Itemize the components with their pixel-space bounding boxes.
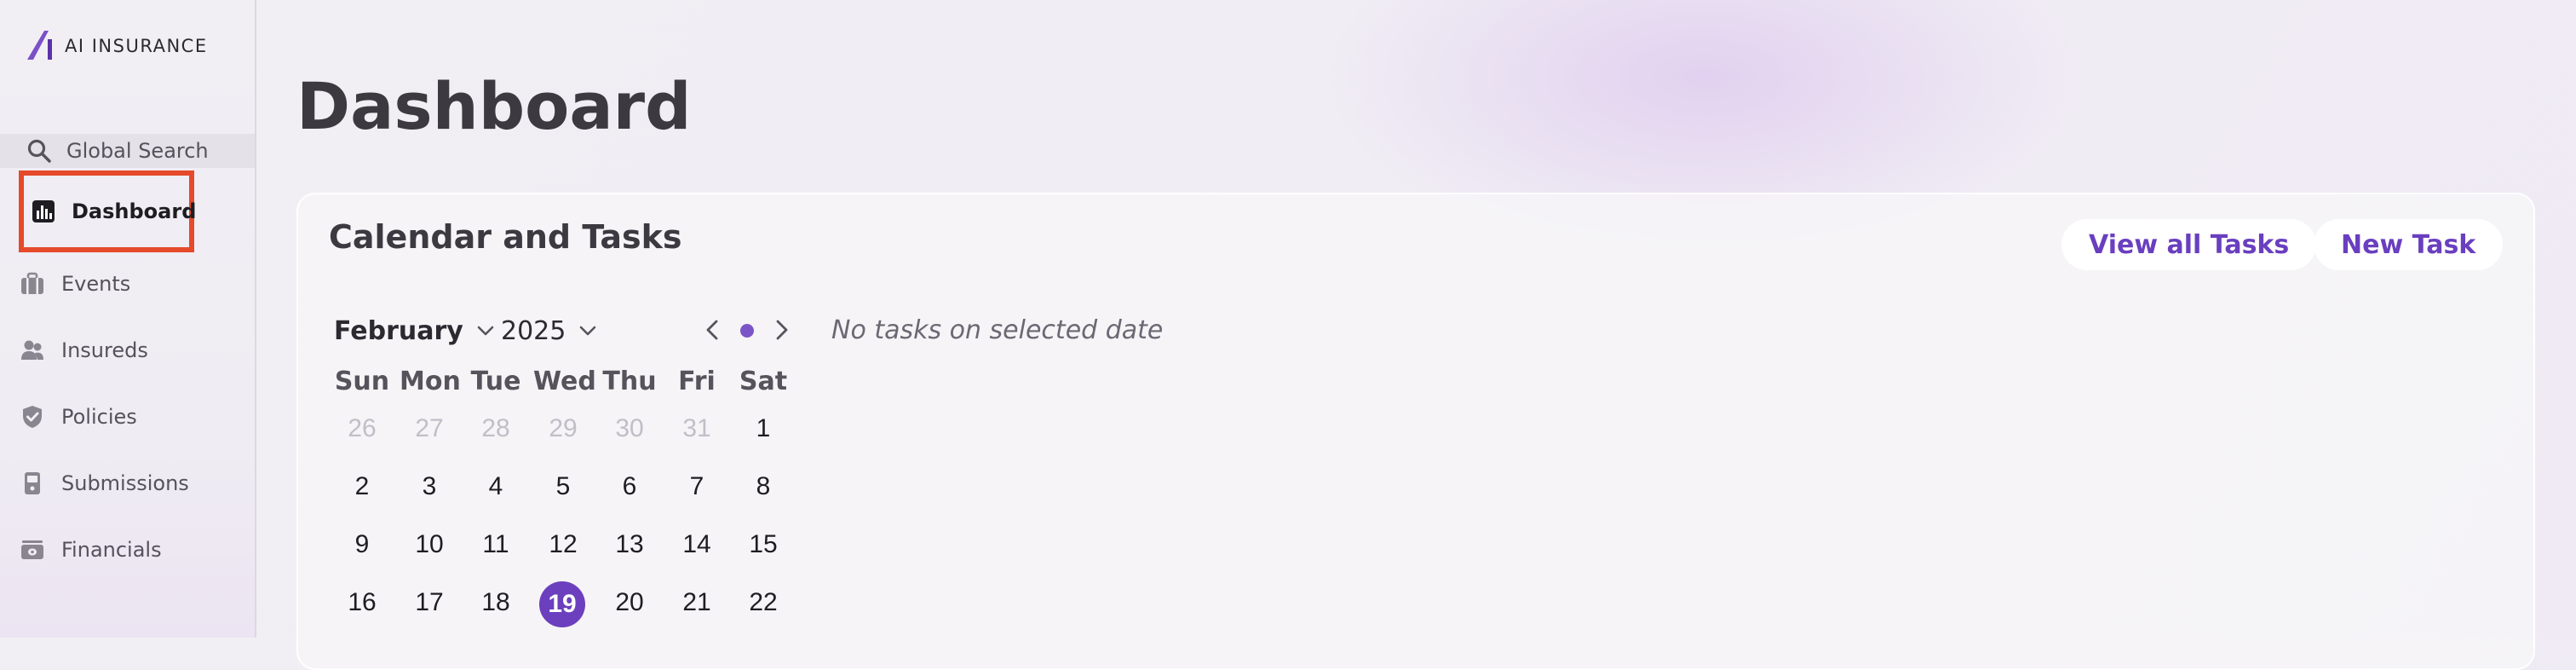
money-icon	[19, 536, 46, 563]
shield-icon	[19, 403, 46, 430]
calendar-card-title: Calendar and Tasks	[329, 218, 682, 256]
sidebar-item-dashboard[interactable]: Dashboard	[19, 170, 197, 252]
sidebar-item-label: Submissions	[61, 471, 189, 495]
calendar-day[interactable]: 7	[667, 465, 727, 508]
calendar-day[interactable]: 20	[600, 581, 659, 624]
chevron-right-icon	[776, 320, 788, 340]
calendar-day[interactable]: 31	[667, 407, 727, 450]
calendar-day[interactable]: 1	[733, 407, 793, 450]
sidebar-item-label: Dashboard	[72, 199, 197, 223]
calendar-day[interactable]: 27	[400, 407, 459, 450]
next-month-button[interactable]	[768, 317, 794, 343]
calendar-day[interactable]: 12	[533, 523, 593, 566]
calendar-day[interactable]: 21	[667, 581, 727, 624]
sidebar-item-submissions[interactable]: Submissions	[19, 466, 189, 500]
weekday-header: Sat	[739, 367, 788, 396]
device-icon	[19, 470, 46, 497]
weekday-header: Fri	[678, 367, 716, 396]
sidebar-item-label: Policies	[61, 405, 137, 429]
brand-name: AI INSURANCE	[65, 36, 208, 56]
year-select[interactable]: 2025	[501, 312, 598, 349]
brand-logo[interactable]: AI INSURANCE	[26, 29, 208, 63]
calendar-day[interactable]: 26	[332, 407, 392, 450]
weekday-header: Sun	[334, 367, 390, 396]
search-icon	[26, 137, 53, 165]
sidebar-item-insureds[interactable]: Insureds	[19, 333, 148, 367]
calendar-day[interactable]: 8	[733, 465, 793, 508]
global-search-label: Global Search	[66, 139, 209, 163]
calendar-day[interactable]: 16	[332, 581, 392, 624]
bar-chart-icon	[31, 198, 56, 225]
month-select[interactable]: February	[334, 312, 496, 349]
sidebar: AI INSURANCE Global Search Dashboard Eve…	[0, 0, 256, 638]
chevron-down-icon	[580, 326, 596, 336]
calendar-day[interactable]: 6	[600, 465, 659, 508]
sidebar-item-policies[interactable]: Policies	[19, 400, 137, 434]
people-icon	[19, 337, 46, 364]
sidebar-item-label: Financials	[61, 538, 162, 562]
calendar-day[interactable]: 11	[466, 523, 526, 566]
calendar-day[interactable]: 13	[600, 523, 659, 566]
calendar-day[interactable]: 9	[332, 523, 392, 566]
calendar-day[interactable]: 14	[667, 523, 727, 566]
briefcase-icon	[19, 270, 46, 297]
calendar-day[interactable]: 18	[466, 581, 526, 624]
month-select-value: February	[334, 315, 463, 346]
calendar-day[interactable]: 17	[400, 581, 459, 624]
page-title: Dashboard	[296, 68, 692, 144]
calendar-day[interactable]: 22	[733, 581, 793, 624]
calendar-day[interactable]: 15	[733, 523, 793, 566]
weekday-header: Wed	[533, 367, 596, 396]
weekday-header: Thu	[602, 367, 657, 396]
calendar-day[interactable]: 28	[466, 407, 526, 450]
chevron-down-icon	[477, 326, 494, 336]
weekday-header: Mon	[400, 367, 461, 396]
calendar-day[interactable]: 30	[600, 407, 659, 450]
logo-mark-icon	[26, 27, 58, 66]
calendar-day[interactable]: 4	[466, 465, 526, 508]
no-tasks-message: No tasks on selected date	[831, 315, 1164, 345]
sidebar-item-events[interactable]: Events	[19, 267, 130, 301]
calendar-day[interactable]: 29	[533, 407, 593, 450]
previous-month-button[interactable]	[700, 317, 726, 343]
global-search[interactable]: Global Search	[0, 134, 255, 168]
chevron-left-icon	[706, 320, 718, 340]
view-all-tasks-button[interactable]: View all Tasks	[2061, 219, 2317, 270]
calendar-day[interactable]: 10	[400, 523, 459, 566]
year-select-value: 2025	[501, 315, 566, 346]
calendar-day[interactable]: 5	[533, 465, 593, 508]
sidebar-item-financials[interactable]: Financials	[19, 533, 162, 567]
new-task-button[interactable]: New Task	[2314, 219, 2504, 270]
sidebar-item-label: Insureds	[61, 338, 148, 362]
sidebar-item-label: Events	[61, 272, 131, 296]
calendar-day-selected[interactable]: 19	[539, 581, 585, 627]
today-dot-button[interactable]	[740, 324, 754, 338]
calendar-day[interactable]: 2	[332, 465, 392, 508]
weekday-header: Tue	[470, 367, 521, 396]
calendar-day[interactable]: 3	[400, 465, 459, 508]
